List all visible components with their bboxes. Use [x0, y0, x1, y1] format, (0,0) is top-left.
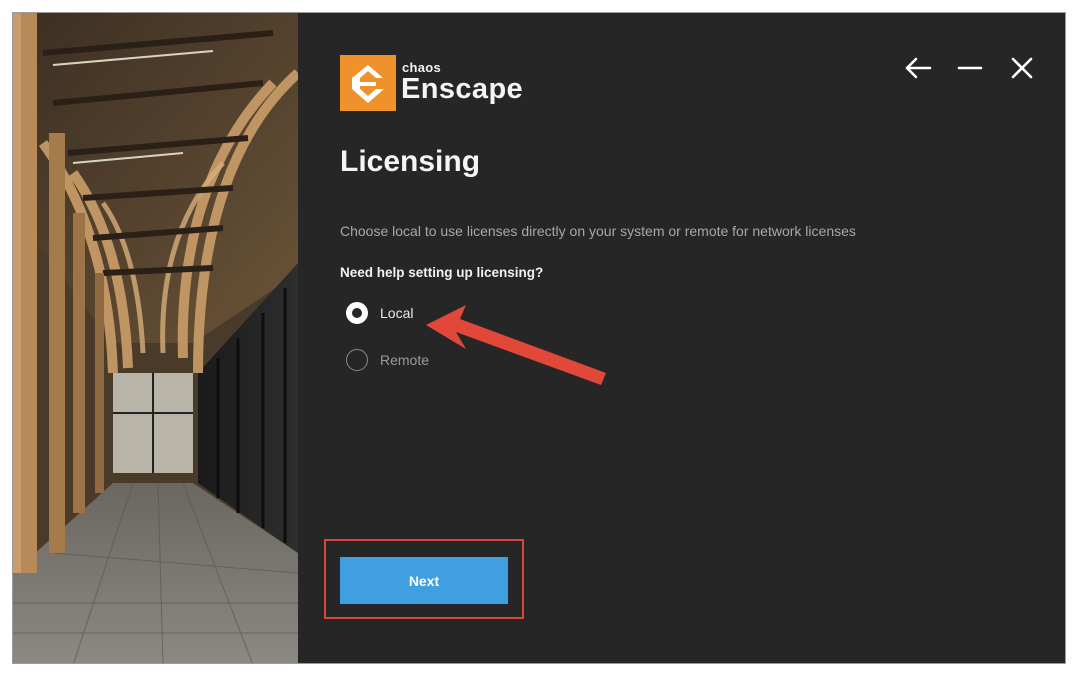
- radio-unselected-icon: [346, 349, 368, 371]
- minimize-icon: [957, 66, 983, 70]
- radio-local-label: Local: [380, 305, 414, 321]
- licensing-panel: chaos Enscape Licensing Choose local to …: [298, 13, 1065, 663]
- architecture-hero-image: [13, 13, 298, 663]
- minimize-button[interactable]: [953, 53, 987, 83]
- radio-remote[interactable]: Remote: [346, 349, 429, 371]
- installer-window: chaos Enscape Licensing Choose local to …: [12, 12, 1066, 664]
- radio-remote-label: Remote: [380, 352, 430, 368]
- page-title: Licensing: [340, 145, 481, 178]
- page-subtitle: Choose local to use licenses directly on…: [340, 223, 856, 239]
- annotation-arrow-icon: [426, 305, 606, 385]
- help-link[interactable]: Need help setting up licensing?: [340, 265, 543, 280]
- window-controls: [901, 53, 1039, 83]
- brand-product: Enscape: [401, 73, 524, 105]
- enscape-logo-icon: [340, 55, 396, 111]
- close-icon: [1011, 57, 1033, 79]
- next-button[interactable]: Next: [340, 557, 508, 604]
- radio-selected-icon: [346, 302, 368, 324]
- radio-local[interactable]: Local: [346, 302, 413, 324]
- back-button[interactable]: [901, 53, 935, 83]
- arrow-left-icon: [905, 57, 932, 79]
- close-button[interactable]: [1005, 53, 1039, 83]
